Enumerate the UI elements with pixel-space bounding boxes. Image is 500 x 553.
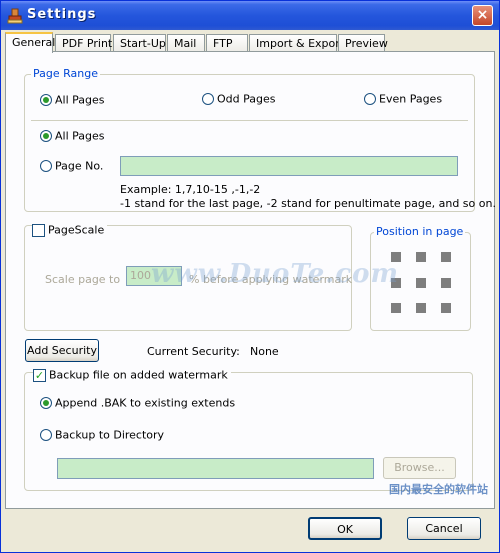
duote-watermark: www.DuoTe.com	[151, 259, 400, 289]
backup-label: Backup file on added watermark	[49, 368, 228, 382]
append-bak-radio[interactable]: Append .BAK to existing extends	[40, 396, 235, 410]
tab-ftp[interactable]: FTP	[206, 34, 248, 52]
page-scale-checkbox[interactable]: PageScale	[32, 223, 108, 237]
backup-directory-label: Backup to Directory	[55, 428, 165, 442]
tab-import-export[interactable]: Import & Export	[249, 34, 344, 52]
position-middle-right[interactable]	[441, 278, 451, 288]
tab-start-up[interactable]: Start-Up	[113, 34, 166, 52]
browse-button[interactable]: Browse...	[383, 457, 456, 479]
all-pages-radio-2[interactable]: All Pages	[40, 129, 105, 143]
tab-pdf-print[interactable]: PDF Print	[55, 34, 112, 52]
window-title: Settings	[27, 7, 97, 22]
even-pages-label: Even Pages	[379, 92, 443, 106]
page-no-input[interactable]	[120, 156, 458, 176]
all-pages-radio-1[interactable]: All Pages	[40, 93, 105, 107]
position-top-right[interactable]	[441, 252, 451, 262]
add-security-button[interactable]: Add Security	[25, 339, 99, 362]
title-bar: Settings ×	[1, 1, 499, 30]
all-pages-label-1: All Pages	[55, 93, 105, 107]
radio-dot	[40, 429, 52, 441]
example-line-1: Example: 1,7,10-15 ,-1,-2	[120, 183, 261, 196]
settings-window: Settings × General PDF Print Start-Up Ma…	[0, 0, 500, 553]
position-legend: Position in page	[374, 225, 466, 238]
radio-dot	[202, 93, 214, 105]
page-scale-label: PageScale	[48, 223, 105, 237]
tab-mail[interactable]: Mail	[167, 34, 205, 52]
ok-button[interactable]: OK	[308, 517, 382, 540]
position-bottom-left[interactable]	[391, 303, 401, 313]
radio-dot	[40, 160, 52, 172]
page-range-divider	[31, 120, 468, 121]
current-security-label: Current Security:	[147, 345, 240, 358]
radio-dot	[364, 93, 376, 105]
tab-general[interactable]: General	[5, 32, 55, 53]
page-no-label: Page No.	[55, 159, 104, 173]
site-watermark: 国内最安全的软件站	[389, 483, 488, 496]
position-bottom-right[interactable]	[441, 303, 451, 313]
odd-pages-radio[interactable]: Odd Pages	[202, 92, 275, 106]
append-bak-label: Append .BAK to existing extends	[55, 396, 236, 410]
current-security-value: None	[250, 345, 279, 358]
stamp-icon	[7, 8, 23, 24]
checkbox-box	[32, 223, 45, 237]
all-pages-label-2: All Pages	[55, 129, 105, 143]
radio-dot	[40, 94, 52, 106]
page-range-legend: Page Range	[31, 67, 100, 80]
position-center[interactable]	[416, 278, 426, 288]
scale-page-label: Scale page to	[45, 273, 121, 286]
backup-directory-input[interactable]	[57, 458, 374, 479]
tab-preview[interactable]: Preview	[338, 34, 388, 52]
checkbox-box: ✓	[33, 368, 46, 382]
backup-directory-radio[interactable]: Backup to Directory	[40, 428, 164, 442]
cancel-button[interactable]: Cancel	[407, 517, 481, 540]
radio-dot	[40, 130, 52, 142]
even-pages-radio[interactable]: Even Pages	[364, 92, 442, 106]
close-button[interactable]: ×	[472, 5, 493, 26]
example-line-2: -1 stand for the last page, -2 stand for…	[120, 197, 496, 210]
position-top-center[interactable]	[416, 252, 426, 262]
page-no-radio[interactable]: Page No.	[40, 159, 103, 173]
odd-pages-label: Odd Pages	[217, 92, 276, 106]
radio-dot	[40, 397, 52, 409]
backup-checkbox[interactable]: ✓ Backup file on added watermark	[33, 368, 231, 382]
position-bottom-center[interactable]	[416, 303, 426, 313]
